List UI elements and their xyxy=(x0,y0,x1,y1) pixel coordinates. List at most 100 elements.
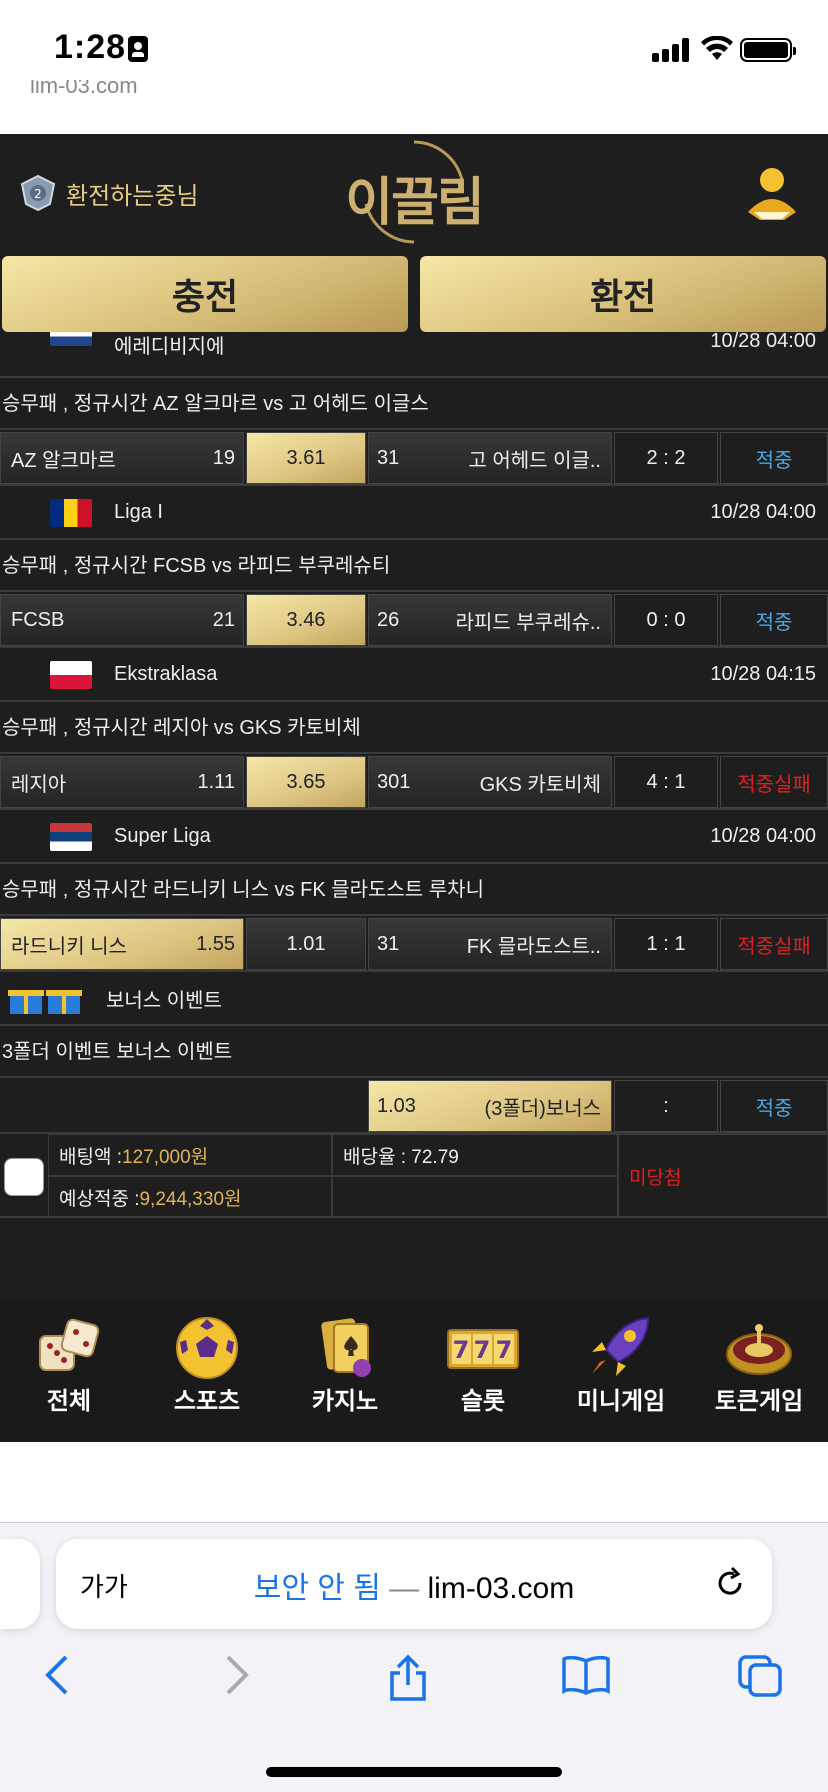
nav-sports[interactable]: 스포츠 xyxy=(138,1302,276,1442)
svg-text:2: 2 xyxy=(34,187,42,201)
draw-option[interactable]: 3.65 xyxy=(246,756,366,808)
bonus-option[interactable]: 1.03 (3폴더)보너스 xyxy=(368,1080,612,1132)
draw-option[interactable]: 3.61 xyxy=(246,432,366,484)
bet-row: 라드니키 니스 1.55 1.01 31 FK 믈라도스트.. 1 : 1 적중실패 xyxy=(0,916,828,972)
url-separator: — xyxy=(380,1572,428,1605)
user-profile-icon[interactable] xyxy=(744,166,800,222)
bottom-nav: 전체 스포츠 카지노 7 7 7 슬롯 미니게임 토큰게임 xyxy=(0,1302,828,1442)
expected-label: 예상적중 : xyxy=(59,1188,140,1210)
result-badge: 적중실패 xyxy=(720,756,828,808)
home-odds: 1.11 xyxy=(197,770,235,793)
bonus-label: (3폴더)보너스 xyxy=(484,1097,601,1120)
nav-label: 전체 xyxy=(46,1388,92,1415)
gift-box-icon xyxy=(8,990,82,1014)
away-option[interactable]: 31 FK 믈라도스트.. xyxy=(368,918,612,970)
status-badge: 미당첨 xyxy=(618,1134,828,1218)
cellular-signal-icon xyxy=(652,38,692,62)
draw-option[interactable]: 1.01 xyxy=(246,918,366,970)
expected-value: 9,244,330원 xyxy=(139,1188,242,1210)
away-odds: 26 xyxy=(377,608,400,631)
home-option[interactable]: 레지아 1.11 xyxy=(0,756,244,808)
site-logo[interactable]: 이끌림 xyxy=(344,140,485,244)
forward-icon[interactable] xyxy=(218,1653,254,1697)
result-badge: 적중 xyxy=(720,1080,828,1132)
bet-summary: 배팅액 : 127,000원 배당율 : 72.79 예상적중 : 9,244,… xyxy=(0,1134,828,1218)
nav-label: 스포츠 xyxy=(173,1388,241,1415)
league-name: Super Liga xyxy=(114,824,211,847)
bet-row: FCSB 21 3.46 26 라피드 부쿠레슈.. 0 : 0 적중 xyxy=(0,592,828,648)
soccer-ball-icon xyxy=(176,1317,238,1379)
svg-text:7: 7 xyxy=(453,1336,470,1364)
home-odds: 19 xyxy=(212,446,235,469)
dice-icon xyxy=(39,1318,100,1371)
away-option[interactable]: 26 라피드 부쿠레슈.. xyxy=(368,594,612,646)
reload-icon[interactable] xyxy=(712,1565,748,1601)
back-icon[interactable] xyxy=(40,1653,76,1697)
select-checkbox[interactable] xyxy=(4,1158,44,1196)
league-header: Super Liga 10/28 04:00 xyxy=(0,810,828,864)
nav-minigame[interactable]: 미니게임 xyxy=(552,1302,690,1442)
away-team: GKS 카토비체 xyxy=(479,773,601,796)
league-date: 10/28 04:00 xyxy=(710,332,816,352)
nav-label: 카지노 xyxy=(311,1388,379,1415)
exchange-button[interactable]: 환전 xyxy=(420,256,826,332)
roulette-icon xyxy=(726,1324,792,1375)
bet-row: 레지아 1.11 3.65 301 GKS 카토비체 4 : 1 적중실패 xyxy=(0,754,828,810)
home-team: 라드니키 니스 xyxy=(11,935,127,958)
bookmarks-icon[interactable] xyxy=(560,1653,612,1697)
rank-badge-icon: 2 xyxy=(20,174,56,212)
battery-icon xyxy=(740,38,796,62)
result-badge: 적중 xyxy=(720,594,828,646)
slot-777-icon: 7 7 7 xyxy=(447,1329,519,1369)
score: 2 : 2 xyxy=(614,432,718,484)
nav-casino[interactable]: 카지노 xyxy=(276,1302,414,1442)
tabs-icon[interactable] xyxy=(736,1653,784,1699)
league-name: 에레디비지에 xyxy=(114,336,225,358)
league-date: 10/28 04:15 xyxy=(710,662,816,685)
rocket-icon xyxy=(592,1316,650,1376)
home-option[interactable]: AZ 알크마르 19 xyxy=(0,432,244,484)
home-option[interactable]: 라드니키 니스 1.55 xyxy=(0,918,244,970)
clock: 1:28 xyxy=(54,28,127,66)
id-card-icon xyxy=(128,36,148,62)
draw-option[interactable]: 3.46 xyxy=(246,594,366,646)
bet-amount-label: 배팅액 : xyxy=(59,1146,122,1168)
league-name: Liga I xyxy=(114,500,163,523)
expected-win: 예상적중 : 9,244,330원 xyxy=(48,1176,332,1218)
poland-flag-icon xyxy=(50,661,92,689)
league-date: 10/28 04:00 xyxy=(710,824,816,847)
svg-text:7: 7 xyxy=(474,1336,491,1364)
score: 4 : 1 xyxy=(614,756,718,808)
previous-tab-peek[interactable] xyxy=(0,1539,40,1629)
address-bar[interactable]: 가가 보안 안 됨 — lim-03.com xyxy=(56,1539,772,1629)
away-option[interactable]: 31 고 어헤드 이글.. xyxy=(368,432,612,484)
league-header: Ekstraklasa 10/28 04:15 xyxy=(0,648,828,702)
logo-text: 이끌림 xyxy=(345,174,485,232)
market-line: 승무패 , 정규시간 FCSB vs 라피드 부쿠레슈티 xyxy=(0,540,828,592)
result-badge: 적중 xyxy=(720,432,828,484)
score: 0 : 0 xyxy=(614,594,718,646)
serbia-flag-icon xyxy=(50,823,92,851)
share-icon[interactable] xyxy=(386,1653,430,1703)
nav-slot[interactable]: 7 7 7 슬롯 xyxy=(414,1302,552,1442)
league-header: 에레디비지에 10/28 04:00 xyxy=(0,332,828,378)
score: : xyxy=(614,1080,718,1132)
league-date: 10/28 04:00 xyxy=(710,500,816,523)
nav-all[interactable]: 전체 xyxy=(0,1302,138,1442)
safari-toolbar: 가가 보안 안 됨 — lim-03.com xyxy=(0,1522,828,1792)
romania-flag-icon xyxy=(50,499,92,527)
away-option[interactable]: 301 GKS 카토비체 xyxy=(368,756,612,808)
odds-rate: 배당율 : 72.79 xyxy=(332,1134,618,1176)
nav-label: 슬롯 xyxy=(460,1388,506,1415)
url-display[interactable]: 보안 안 됨 — lim-03.com xyxy=(56,1563,772,1607)
away-odds: 301 xyxy=(377,770,411,793)
action-buttons: 충전 환전 xyxy=(0,256,828,332)
away-odds: 31 xyxy=(377,446,400,469)
home-option[interactable]: FCSB 21 xyxy=(0,594,244,646)
score: 1 : 1 xyxy=(614,918,718,970)
user-info[interactable]: 2 환전하는중님 xyxy=(18,174,198,212)
away-team: FK 믈라도스트.. xyxy=(466,935,601,958)
nav-token-game[interactable]: 토큰게임 xyxy=(690,1302,828,1442)
username: 환전하는중님 xyxy=(66,182,199,210)
charge-button[interactable]: 충전 xyxy=(2,256,408,332)
